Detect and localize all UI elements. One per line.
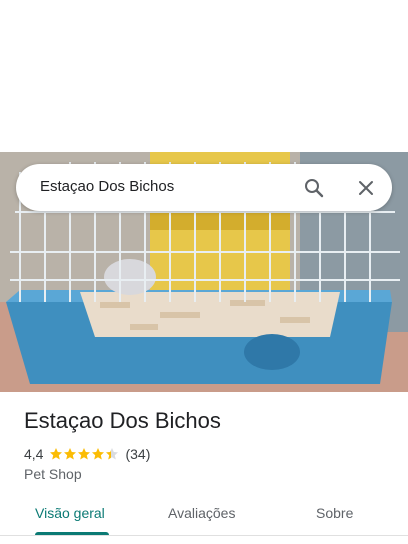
search-bar[interactable]: Estaçao Dos Bichos bbox=[16, 164, 392, 211]
tab-overview[interactable]: Visão geral bbox=[35, 505, 105, 521]
rating-value: 4,4 bbox=[24, 446, 44, 462]
star-icon bbox=[92, 448, 105, 460]
tab-reviews[interactable]: Avaliações bbox=[168, 505, 235, 521]
search-icon[interactable] bbox=[302, 176, 326, 200]
rating-row[interactable]: 4,4 (34) bbox=[24, 445, 150, 463]
review-count[interactable]: (34) bbox=[125, 446, 150, 462]
place-title: Estaçao Dos Bichos bbox=[24, 408, 221, 433]
star-icon bbox=[78, 448, 91, 460]
close-icon[interactable] bbox=[354, 176, 378, 200]
search-input[interactable]: Estaçao Dos Bichos bbox=[40, 178, 174, 195]
star-icon bbox=[106, 448, 119, 460]
tab-about[interactable]: Sobre bbox=[316, 505, 353, 521]
star-rating bbox=[49, 447, 119, 461]
tab-bar: Visão geral Avaliações Sobre bbox=[0, 496, 408, 536]
tabs-divider bbox=[0, 535, 408, 536]
star-icon bbox=[50, 448, 63, 460]
place-category: Pet Shop bbox=[24, 466, 82, 482]
star-icon bbox=[64, 448, 77, 460]
